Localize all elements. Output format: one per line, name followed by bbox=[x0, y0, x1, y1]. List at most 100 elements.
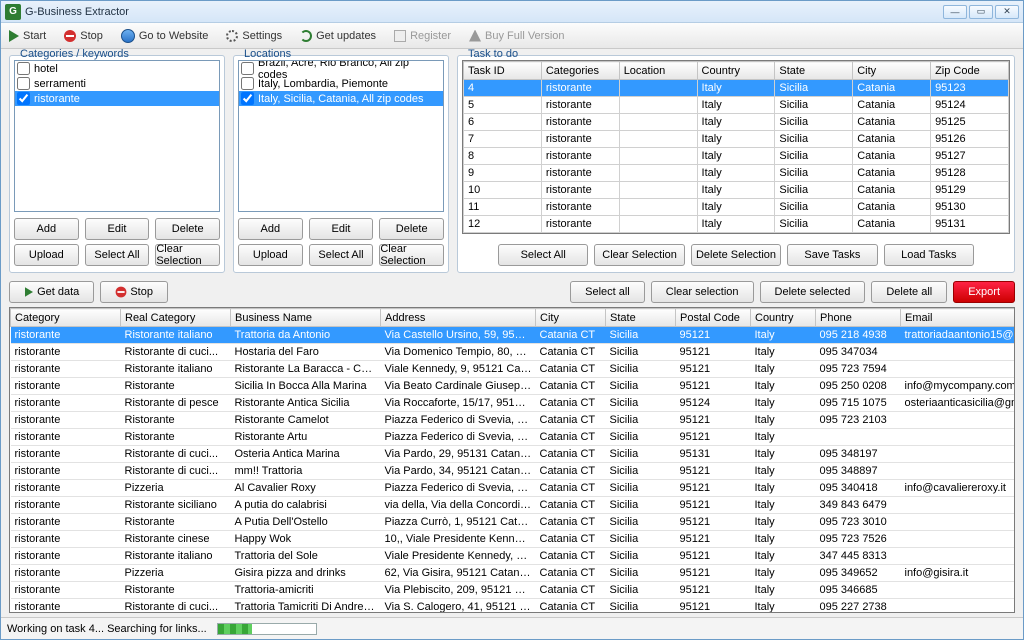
get-updates-button[interactable]: Get updates bbox=[296, 28, 380, 44]
categories-group: Categories / keywords hotelserramentiris… bbox=[9, 55, 225, 273]
table-row[interactable]: 12ristoranteItalySiciliaCatania95131 bbox=[464, 216, 1009, 233]
categories-list[interactable]: hotelserramentiristorante bbox=[14, 60, 220, 212]
locations-delete-button[interactable]: Delete bbox=[379, 218, 444, 240]
categories-selectall-button[interactable]: Select All bbox=[85, 244, 150, 266]
refresh-icon bbox=[300, 30, 312, 42]
table-row[interactable]: ristoranteRistorante di pesceRistorante … bbox=[11, 395, 1016, 412]
categories-delete-button[interactable]: Delete bbox=[155, 218, 220, 240]
close-icon[interactable]: ✕ bbox=[995, 5, 1019, 19]
checkbox[interactable] bbox=[17, 77, 30, 90]
table-row[interactable]: ristoranteRistoranteTrattoria-amicritiVi… bbox=[11, 582, 1016, 599]
get-data-button[interactable]: Get data bbox=[9, 281, 94, 303]
results-delete-all-button[interactable]: Delete all bbox=[871, 281, 947, 303]
list-item-label: Italy, Lombardia, Piemonte bbox=[258, 78, 388, 90]
results-delete-selected-button[interactable]: Delete selected bbox=[760, 281, 866, 303]
column-header[interactable]: State bbox=[775, 62, 853, 80]
column-header[interactable]: Email bbox=[901, 309, 1016, 327]
column-header[interactable]: Phone bbox=[816, 309, 901, 327]
settings-button[interactable]: Settings bbox=[222, 28, 286, 44]
table-row[interactable]: 8ristoranteItalySiciliaCatania95127 bbox=[464, 148, 1009, 165]
table-row[interactable]: ristoranteRistorante di cuci...Hostaria … bbox=[11, 344, 1016, 361]
locations-clear-button[interactable]: Clear Selection bbox=[379, 244, 444, 266]
start-button[interactable]: Start bbox=[5, 28, 50, 44]
table-row[interactable]: 7ristoranteItalySiciliaCatania95126 bbox=[464, 131, 1009, 148]
table-row[interactable]: ristoranteRistorante cineseHappy Wok10,,… bbox=[11, 531, 1016, 548]
table-row[interactable]: 4ristoranteItalySiciliaCatania95123 bbox=[464, 80, 1009, 97]
minimize-icon[interactable]: — bbox=[943, 5, 967, 19]
checkbox[interactable] bbox=[241, 62, 254, 75]
results-table[interactable]: CategoryReal CategoryBusiness NameAddres… bbox=[10, 308, 1015, 613]
results-selectall-button[interactable]: Select all bbox=[570, 281, 645, 303]
table-row[interactable]: ristoranteRistoranteSicilia In Bocca All… bbox=[11, 378, 1016, 395]
table-row[interactable]: ristoranteRistorante di cuci...Trattoria… bbox=[11, 599, 1016, 614]
locations-selectall-button[interactable]: Select All bbox=[309, 244, 374, 266]
play-icon bbox=[9, 30, 19, 42]
column-header[interactable]: Zip Code bbox=[931, 62, 1009, 80]
column-header[interactable]: Task ID bbox=[464, 62, 542, 80]
categories-edit-button[interactable]: Edit bbox=[85, 218, 150, 240]
table-row[interactable]: 9ristoranteItalySiciliaCatania95128 bbox=[464, 165, 1009, 182]
list-item[interactable]: hotel bbox=[15, 61, 219, 76]
table-row[interactable]: ristoranteRistoranteRistorante ArtuPiazz… bbox=[11, 429, 1016, 446]
table-row[interactable]: ristoranteRistorante di cuci...mm!! Trat… bbox=[11, 463, 1016, 480]
table-row[interactable]: ristorantePizzeriaAl Cavalier RoxyPiazza… bbox=[11, 480, 1016, 497]
export-button[interactable]: Export bbox=[953, 281, 1015, 303]
maximize-icon[interactable]: ▭ bbox=[969, 5, 993, 19]
column-header[interactable]: Category bbox=[11, 309, 121, 327]
stop-button[interactable]: Stop bbox=[60, 28, 107, 44]
results-panel[interactable]: CategoryReal CategoryBusiness NameAddres… bbox=[9, 307, 1015, 613]
column-header[interactable]: Business Name bbox=[231, 309, 381, 327]
column-header[interactable]: Address bbox=[381, 309, 536, 327]
table-row[interactable]: 10ristoranteItalySiciliaCatania95129 bbox=[464, 182, 1009, 199]
list-item[interactable]: serramenti bbox=[15, 76, 219, 91]
tasks-clear-button[interactable]: Clear Selection bbox=[594, 244, 684, 266]
locations-edit-button[interactable]: Edit bbox=[309, 218, 374, 240]
column-header[interactable]: Categories bbox=[541, 62, 619, 80]
tasks-selectall-button[interactable]: Select All bbox=[498, 244, 588, 266]
column-header[interactable]: Country bbox=[697, 62, 775, 80]
checkbox[interactable] bbox=[241, 92, 254, 105]
tasks-delete-button[interactable]: Delete Selection bbox=[691, 244, 781, 266]
buy-full-button[interactable]: Buy Full Version bbox=[465, 28, 568, 44]
column-header[interactable]: City bbox=[536, 309, 606, 327]
tasks-save-button[interactable]: Save Tasks bbox=[787, 244, 877, 266]
table-row[interactable]: 11ristoranteItalySiciliaCatania95130 bbox=[464, 199, 1009, 216]
categories-add-button[interactable]: Add bbox=[14, 218, 79, 240]
tasks-load-button[interactable]: Load Tasks bbox=[884, 244, 974, 266]
tasks-table[interactable]: Task IDCategoriesLocationCountryStateCit… bbox=[463, 61, 1009, 233]
register-icon bbox=[394, 30, 406, 42]
locations-upload-button[interactable]: Upload bbox=[238, 244, 303, 266]
table-row[interactable]: ristoranteRistorante sicilianoA putia do… bbox=[11, 497, 1016, 514]
column-header[interactable]: Real Category bbox=[121, 309, 231, 327]
register-button[interactable]: Register bbox=[390, 28, 455, 44]
play-icon bbox=[25, 287, 33, 297]
table-row[interactable]: 5ristoranteItalySiciliaCatania95124 bbox=[464, 97, 1009, 114]
checkbox[interactable] bbox=[17, 62, 30, 75]
midbar-stop-button[interactable]: Stop bbox=[100, 281, 168, 303]
table-row[interactable]: ristoranteRistorante di cuci...Osteria A… bbox=[11, 446, 1016, 463]
list-item[interactable]: Brazil, Acre, Rio Branco, All zip codes bbox=[239, 61, 443, 76]
table-row[interactable]: 6ristoranteItalySiciliaCatania95125 bbox=[464, 114, 1009, 131]
column-header[interactable]: Postal Code bbox=[676, 309, 751, 327]
list-item[interactable]: ristorante bbox=[15, 91, 219, 106]
results-clear-button[interactable]: Clear selection bbox=[651, 281, 754, 303]
column-header[interactable]: Country bbox=[751, 309, 816, 327]
table-row[interactable]: ristoranteRistorante italianoRistorante … bbox=[11, 361, 1016, 378]
checkbox[interactable] bbox=[241, 77, 254, 90]
column-header[interactable]: State bbox=[606, 309, 676, 327]
locations-add-button[interactable]: Add bbox=[238, 218, 303, 240]
column-header[interactable]: City bbox=[853, 62, 931, 80]
categories-clear-button[interactable]: Clear Selection bbox=[155, 244, 220, 266]
table-row[interactable]: ristoranteRistorante italianoTrattoria d… bbox=[11, 548, 1016, 565]
column-header[interactable]: Location bbox=[619, 62, 697, 80]
list-item[interactable]: Italy, Sicilia, Catania, All zip codes bbox=[239, 91, 443, 106]
table-row[interactable]: ristorantePizzeriaGisira pizza and drink… bbox=[11, 565, 1016, 582]
table-row[interactable]: ristoranteRistorante italianoTrattoria d… bbox=[11, 327, 1016, 344]
checkbox[interactable] bbox=[17, 92, 30, 105]
categories-upload-button[interactable]: Upload bbox=[14, 244, 79, 266]
goto-website-button[interactable]: Go to Website bbox=[117, 27, 213, 45]
table-row[interactable]: ristoranteRistoranteA Putia Dell'Ostello… bbox=[11, 514, 1016, 531]
globe-icon bbox=[121, 29, 135, 43]
locations-list[interactable]: Brazil, Acre, Rio Branco, All zip codes I… bbox=[238, 60, 444, 212]
table-row[interactable]: ristoranteRistoranteRistorante CamelotPi… bbox=[11, 412, 1016, 429]
